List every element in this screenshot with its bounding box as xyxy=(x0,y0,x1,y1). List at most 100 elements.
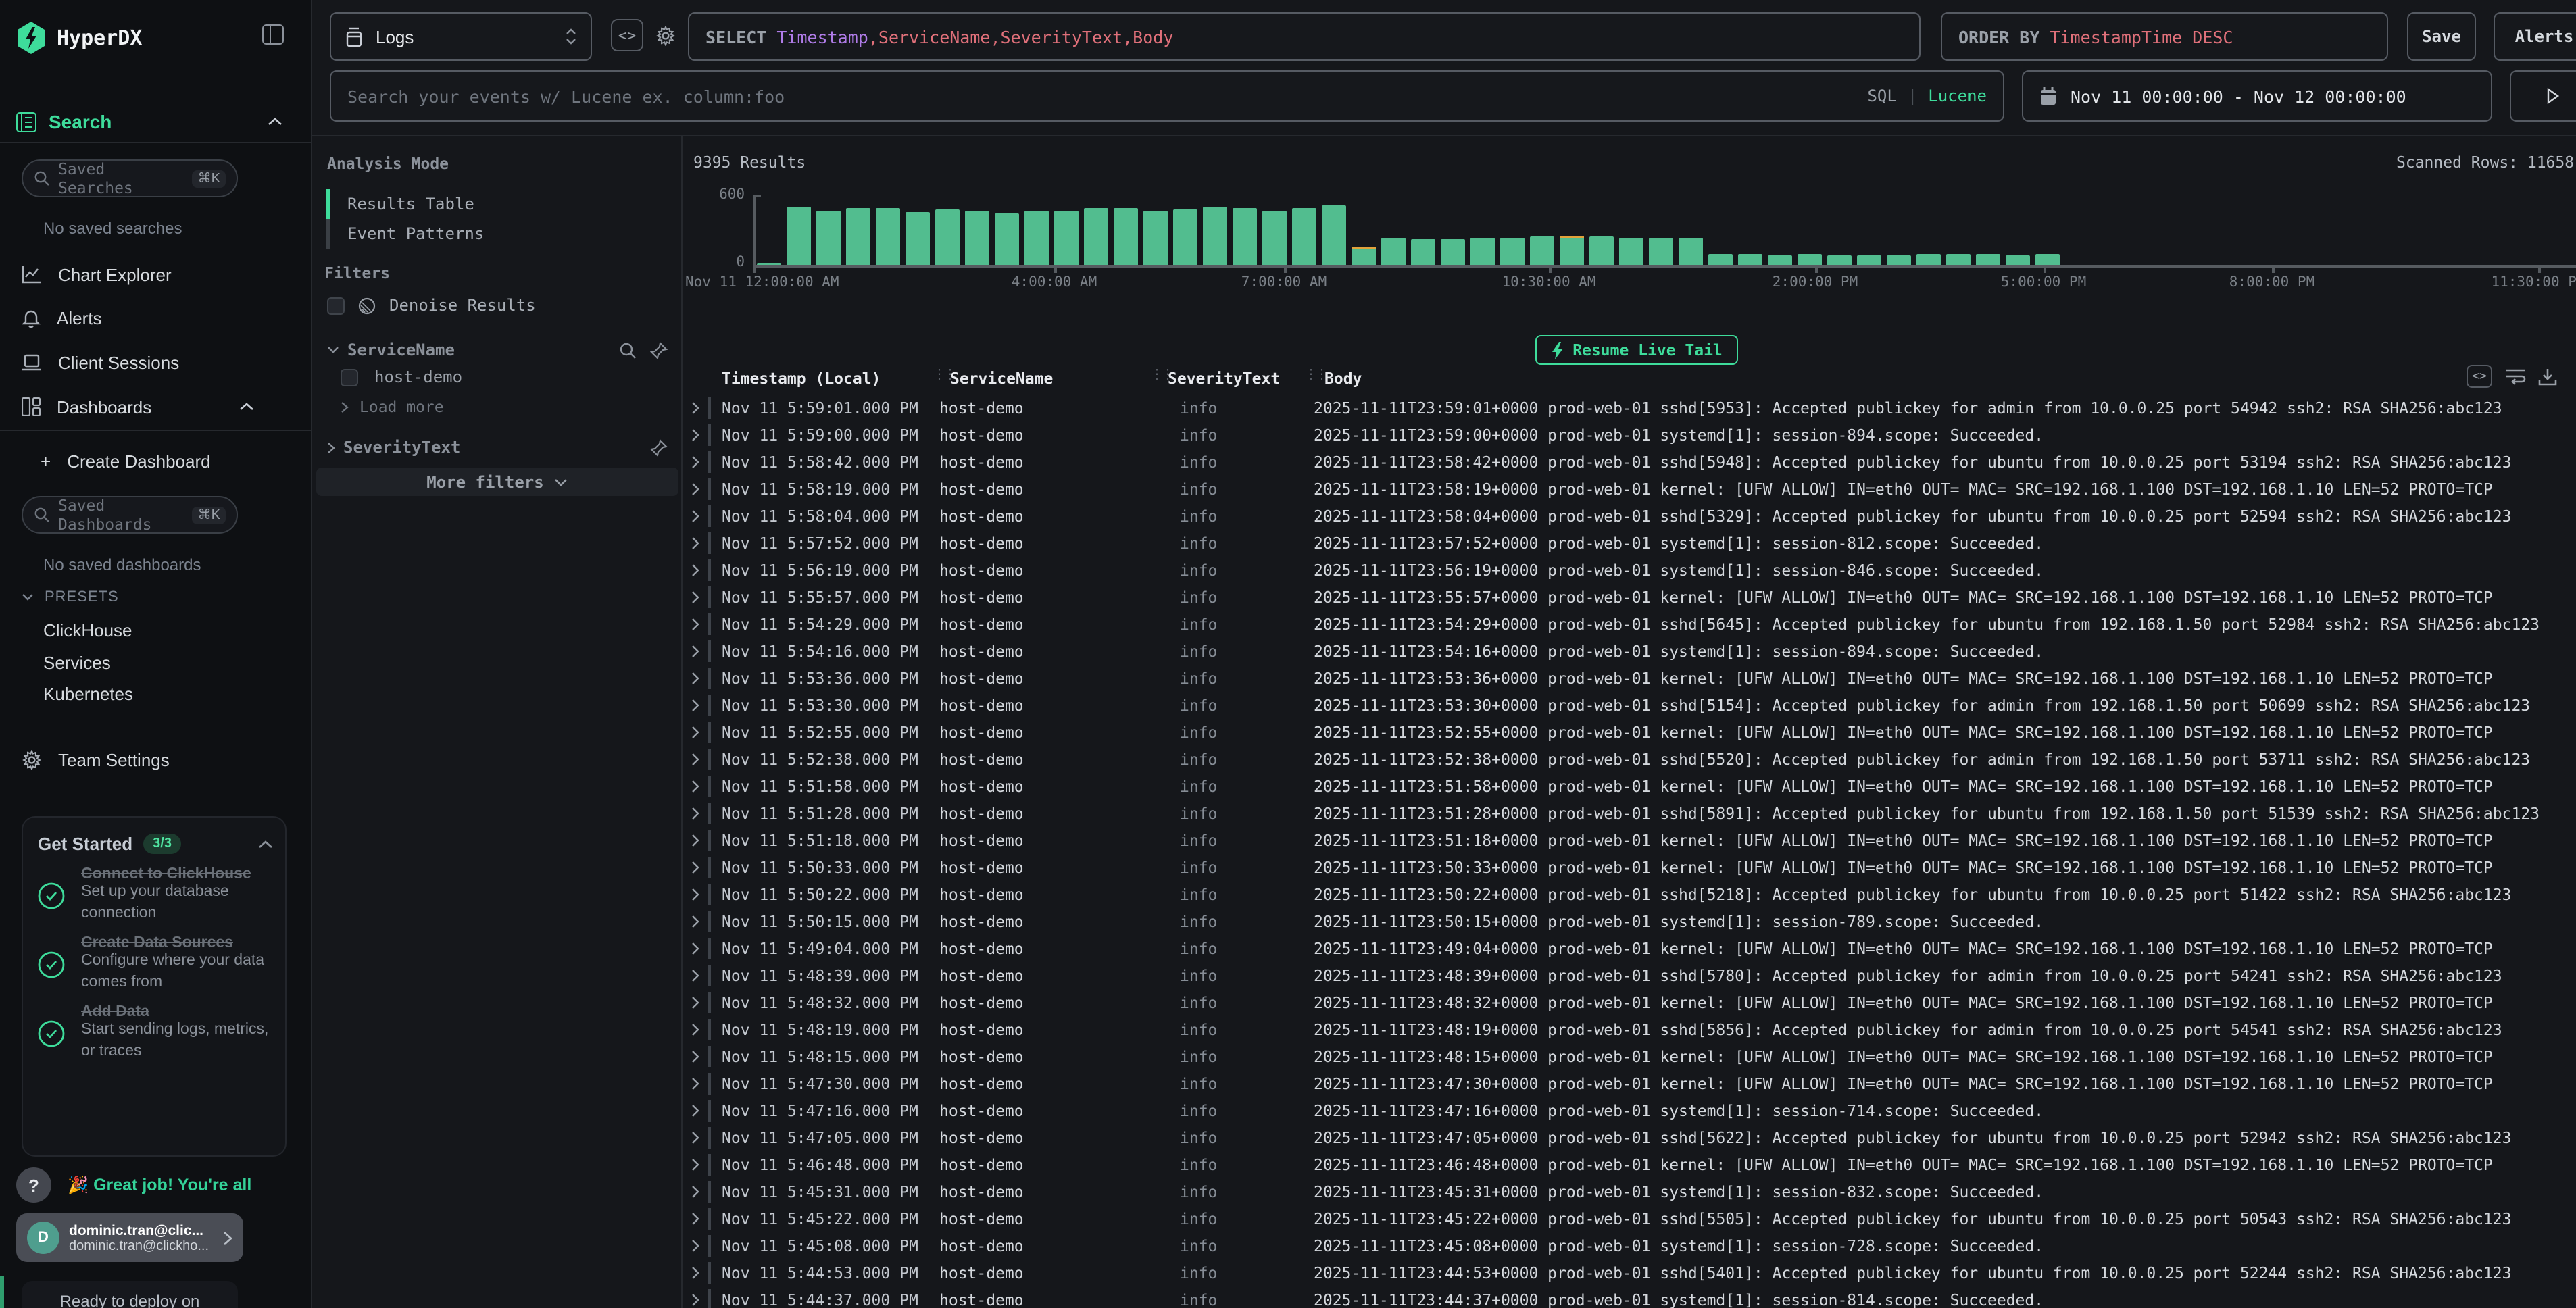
expand-row-icon[interactable] xyxy=(683,942,708,955)
sidebar-item-dashboards[interactable]: Dashboards xyxy=(22,392,292,422)
expand-row-icon[interactable] xyxy=(683,672,708,685)
expand-row-icon[interactable] xyxy=(683,780,708,793)
run-query-button[interactable] xyxy=(2510,70,2576,122)
save-button[interactable]: Save xyxy=(2407,12,2476,61)
search-icon[interactable] xyxy=(619,341,637,359)
preset-item[interactable]: Services xyxy=(43,647,259,678)
table-row[interactable]: Nov 11 5:45:22.000 PM host-demo info 202… xyxy=(683,1205,2576,1232)
resume-live-tail-button[interactable]: Resume Live Tail xyxy=(1535,335,1738,365)
table-row[interactable]: Nov 11 5:46:48.000 PM host-demo info 202… xyxy=(683,1151,2576,1178)
table-row[interactable]: Nov 11 5:57:52.000 PM host-demo info 202… xyxy=(683,530,2576,557)
expand-row-icon[interactable] xyxy=(683,915,708,928)
expand-row-icon[interactable] xyxy=(683,509,708,523)
order-by-input[interactable]: ORDER BY TimestampTime DESC xyxy=(1941,12,2388,61)
expand-row-icon[interactable] xyxy=(683,996,708,1009)
column-header-severitytext[interactable]: SeverityText xyxy=(1168,369,1280,388)
histogram-bar[interactable] xyxy=(1679,238,1703,265)
histogram-bar[interactable] xyxy=(1441,239,1465,265)
histogram-bar[interactable] xyxy=(1589,236,1614,265)
table-row[interactable]: Nov 11 5:48:15.000 PM host-demo info 202… xyxy=(683,1043,2576,1070)
histogram-bar[interactable] xyxy=(2006,255,2030,265)
histogram-bar[interactable] xyxy=(1262,210,1287,265)
filter-group-servicename[interactable]: ServiceName xyxy=(327,338,668,362)
expand-row-icon[interactable] xyxy=(683,1023,708,1036)
table-row[interactable]: Nov 11 5:44:53.000 PM host-demo info 202… xyxy=(683,1259,2576,1286)
expand-row-icon[interactable] xyxy=(683,1077,708,1090)
query-language-toggle[interactable]: SQL | Lucene xyxy=(1867,86,1987,105)
table-row[interactable]: Nov 11 5:44:37.000 PM host-demo info 202… xyxy=(683,1286,2576,1308)
table-row[interactable]: Nov 11 5:51:18.000 PM host-demo info 202… xyxy=(683,827,2576,854)
expand-row-icon[interactable] xyxy=(683,1293,708,1307)
expand-row-icon[interactable] xyxy=(683,1158,708,1172)
expand-row-icon[interactable] xyxy=(683,455,708,469)
histogram-bar[interactable] xyxy=(1054,211,1079,265)
preset-item[interactable]: Kubernetes xyxy=(43,678,259,710)
histogram-bar[interactable] xyxy=(1411,238,1435,265)
code-view-button[interactable]: <> xyxy=(2467,365,2492,388)
expand-row-icon[interactable] xyxy=(683,888,708,901)
chevron-up-icon[interactable] xyxy=(258,840,273,848)
bar-series[interactable] xyxy=(753,195,2576,265)
histogram-bar[interactable] xyxy=(1530,237,1554,265)
user-menu[interactable]: D dominic.tran@clic... dominic.tran@clic… xyxy=(16,1213,243,1262)
table-row[interactable]: Nov 11 5:52:38.000 PM host-demo info 202… xyxy=(683,746,2576,773)
histogram-bar[interactable] xyxy=(1173,209,1197,265)
pin-icon[interactable] xyxy=(650,341,668,359)
histogram-bar[interactable] xyxy=(1084,209,1108,265)
expand-row-icon[interactable] xyxy=(683,969,708,982)
chevron-up-icon[interactable] xyxy=(239,403,254,411)
expand-row-icon[interactable] xyxy=(683,645,708,658)
pin-icon[interactable] xyxy=(650,438,668,456)
histogram-bar[interactable] xyxy=(1233,208,1257,265)
histogram-bar[interactable] xyxy=(1768,255,1792,265)
histogram-bar[interactable] xyxy=(1738,255,1762,265)
column-header-body[interactable]: Body xyxy=(1324,369,1362,388)
search-events-input[interactable]: Search your events w/ Lucene ex. column:… xyxy=(330,70,2004,122)
histogram-bar[interactable] xyxy=(1916,253,1941,265)
language-sql[interactable]: SQL xyxy=(1867,86,1896,105)
table-row[interactable]: Nov 11 5:48:32.000 PM host-demo info 202… xyxy=(683,989,2576,1016)
chevron-up-icon[interactable] xyxy=(268,118,282,126)
histogram-bar[interactable] xyxy=(1857,256,1881,265)
preset-item[interactable]: ClickHouse xyxy=(43,615,259,647)
get-started-item[interactable]: Add Data Start sending logs, metrics, or… xyxy=(38,1004,276,1062)
histogram-bar[interactable] xyxy=(1500,238,1525,265)
table-row[interactable]: Nov 11 5:54:16.000 PM host-demo info 202… xyxy=(683,638,2576,665)
histogram-bar[interactable] xyxy=(1470,238,1495,265)
help-button[interactable]: ? xyxy=(16,1167,51,1203)
table-row[interactable]: Nov 11 5:53:36.000 PM host-demo info 202… xyxy=(683,665,2576,692)
table-row[interactable]: Nov 11 5:50:22.000 PM host-demo info 202… xyxy=(683,881,2576,908)
create-dashboard-button[interactable]: + Create Dashboard xyxy=(41,446,311,476)
table-row[interactable]: Nov 11 5:58:42.000 PM host-demo info 202… xyxy=(683,449,2576,476)
table-row[interactable]: Nov 11 5:58:19.000 PM host-demo info 202… xyxy=(683,476,2576,503)
filter-group-severitytext[interactable]: SeverityText xyxy=(327,435,668,459)
histogram-bar[interactable] xyxy=(1708,254,1733,265)
expand-row-icon[interactable] xyxy=(683,482,708,496)
expand-row-icon[interactable] xyxy=(683,1104,708,1117)
language-lucene[interactable]: Lucene xyxy=(1928,86,1987,105)
expand-row-icon[interactable] xyxy=(683,807,708,820)
expand-row-icon[interactable] xyxy=(683,1131,708,1144)
expand-row-icon[interactable] xyxy=(683,699,708,712)
expand-row-icon[interactable] xyxy=(683,1266,708,1280)
table-row[interactable]: Nov 11 5:47:16.000 PM host-demo info 202… xyxy=(683,1097,2576,1124)
code-view-button[interactable]: <> xyxy=(611,19,643,51)
histogram-bar[interactable] xyxy=(1798,255,1822,265)
table-row[interactable]: Nov 11 5:47:30.000 PM host-demo info 202… xyxy=(683,1070,2576,1097)
download-icon[interactable] xyxy=(2538,367,2557,386)
expand-row-icon[interactable] xyxy=(683,563,708,577)
histogram-bar[interactable] xyxy=(2035,255,2060,265)
histogram-bar[interactable] xyxy=(1976,254,2000,265)
load-more-button[interactable]: Load more xyxy=(341,397,444,416)
table-row[interactable]: Nov 11 5:50:15.000 PM host-demo info 202… xyxy=(683,908,2576,935)
expand-row-icon[interactable] xyxy=(683,618,708,631)
facet-host-demo[interactable]: host-demo xyxy=(341,368,462,386)
histogram-bar[interactable] xyxy=(1887,255,1911,265)
expand-row-icon[interactable] xyxy=(683,590,708,604)
column-resize-handle[interactable]: ⋮⋮ xyxy=(1304,368,1326,382)
histogram-bar[interactable] xyxy=(1381,237,1406,265)
sidebar-item-client-sessions[interactable]: Client Sessions xyxy=(22,347,292,377)
histogram-bar[interactable] xyxy=(1560,236,1584,265)
expand-row-icon[interactable] xyxy=(683,536,708,550)
histogram-bar[interactable] xyxy=(1619,237,1643,265)
